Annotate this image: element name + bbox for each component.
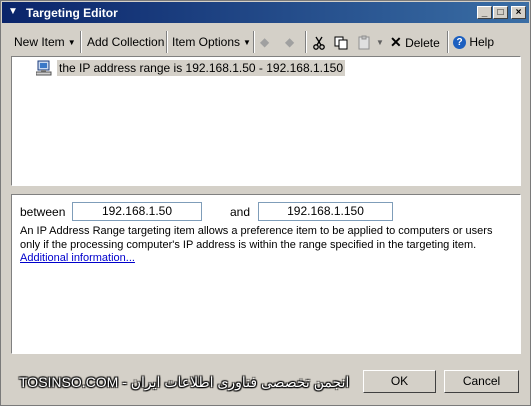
additional-information-link[interactable]: Additional information...: [20, 252, 135, 264]
item-options-label: Item Options: [172, 35, 241, 49]
x-icon: ✕: [390, 34, 402, 50]
move-down-button[interactable]: ◆: [285, 27, 294, 57]
dropdown-arrow-icon: ▼: [243, 37, 251, 47]
tree-item-label: the IP address range is 192.168.1.50 - 1…: [57, 60, 345, 76]
arrow-up-icon: ◆: [260, 35, 270, 49]
paste-button[interactable]: ▼: [358, 27, 384, 57]
title-bar: ▼ Targeting Editor _ □ ×: [2, 2, 529, 23]
copy-icon: [334, 36, 348, 50]
minimize-button[interactable]: _: [477, 6, 492, 19]
network-computer-icon: [36, 60, 52, 76]
clipboard-icon: [358, 35, 370, 50]
add-collection-button[interactable]: Add Collection: [87, 27, 164, 57]
delete-label: Delete: [405, 36, 440, 50]
toolbar-separator: [80, 31, 82, 53]
between-label: between: [20, 205, 66, 219]
toolbar-separator: [166, 31, 168, 53]
arrow-down-icon: ◆: [285, 35, 295, 49]
filter-icon: ▼: [8, 6, 18, 17]
item-options-button[interactable]: Item Options ▼: [172, 27, 251, 57]
cancel-button[interactable]: Cancel: [444, 370, 519, 393]
toolbar-separator: [447, 31, 449, 53]
watermark-text: TOSINSO.COM - انجمن تخصصی فناوری اطلاعات…: [19, 374, 350, 390]
maximize-button[interactable]: □: [493, 6, 508, 19]
copy-button[interactable]: [334, 27, 349, 57]
new-item-label: New Item: [14, 35, 65, 49]
help-label: Help: [469, 35, 495, 49]
ok-button[interactable]: OK: [363, 370, 436, 393]
help-icon: ?: [453, 36, 466, 50]
new-item-button[interactable]: New Item ▼: [14, 27, 76, 57]
close-button[interactable]: ×: [511, 6, 526, 19]
dropdown-arrow-icon: ▼: [376, 37, 384, 47]
window-title: Targeting Editor: [26, 6, 118, 20]
toolbar-separator: [305, 31, 307, 53]
start-ip-field[interactable]: 192.168.1.50: [72, 202, 202, 221]
dropdown-arrow-icon: ▼: [67, 37, 76, 47]
and-label: and: [230, 205, 251, 219]
properties-panel: between 192.168.1.50 and 192.168.1.150 A…: [11, 194, 521, 354]
targeting-items-tree[interactable]: the IP address range is 192.168.1.50 - 1…: [11, 56, 521, 186]
toolbar-separator: [253, 31, 255, 53]
delete-button[interactable]: ✕ Delete: [390, 27, 440, 57]
move-up-button[interactable]: ◆: [260, 27, 269, 57]
targeting-editor-window: ▼ Targeting Editor _ □ × New Item ▼ Add C…: [0, 0, 531, 406]
description-text: An IP Address Range targeting item allow…: [20, 225, 493, 251]
scissors-icon: [313, 36, 325, 50]
toolbar: New Item ▼ Add Collection Item Options ▼ ◆…: [4, 27, 528, 57]
end-ip-field[interactable]: 192.168.1.150: [258, 202, 393, 221]
help-button[interactable]: ? Help: [453, 27, 494, 57]
cut-button[interactable]: [312, 27, 326, 57]
